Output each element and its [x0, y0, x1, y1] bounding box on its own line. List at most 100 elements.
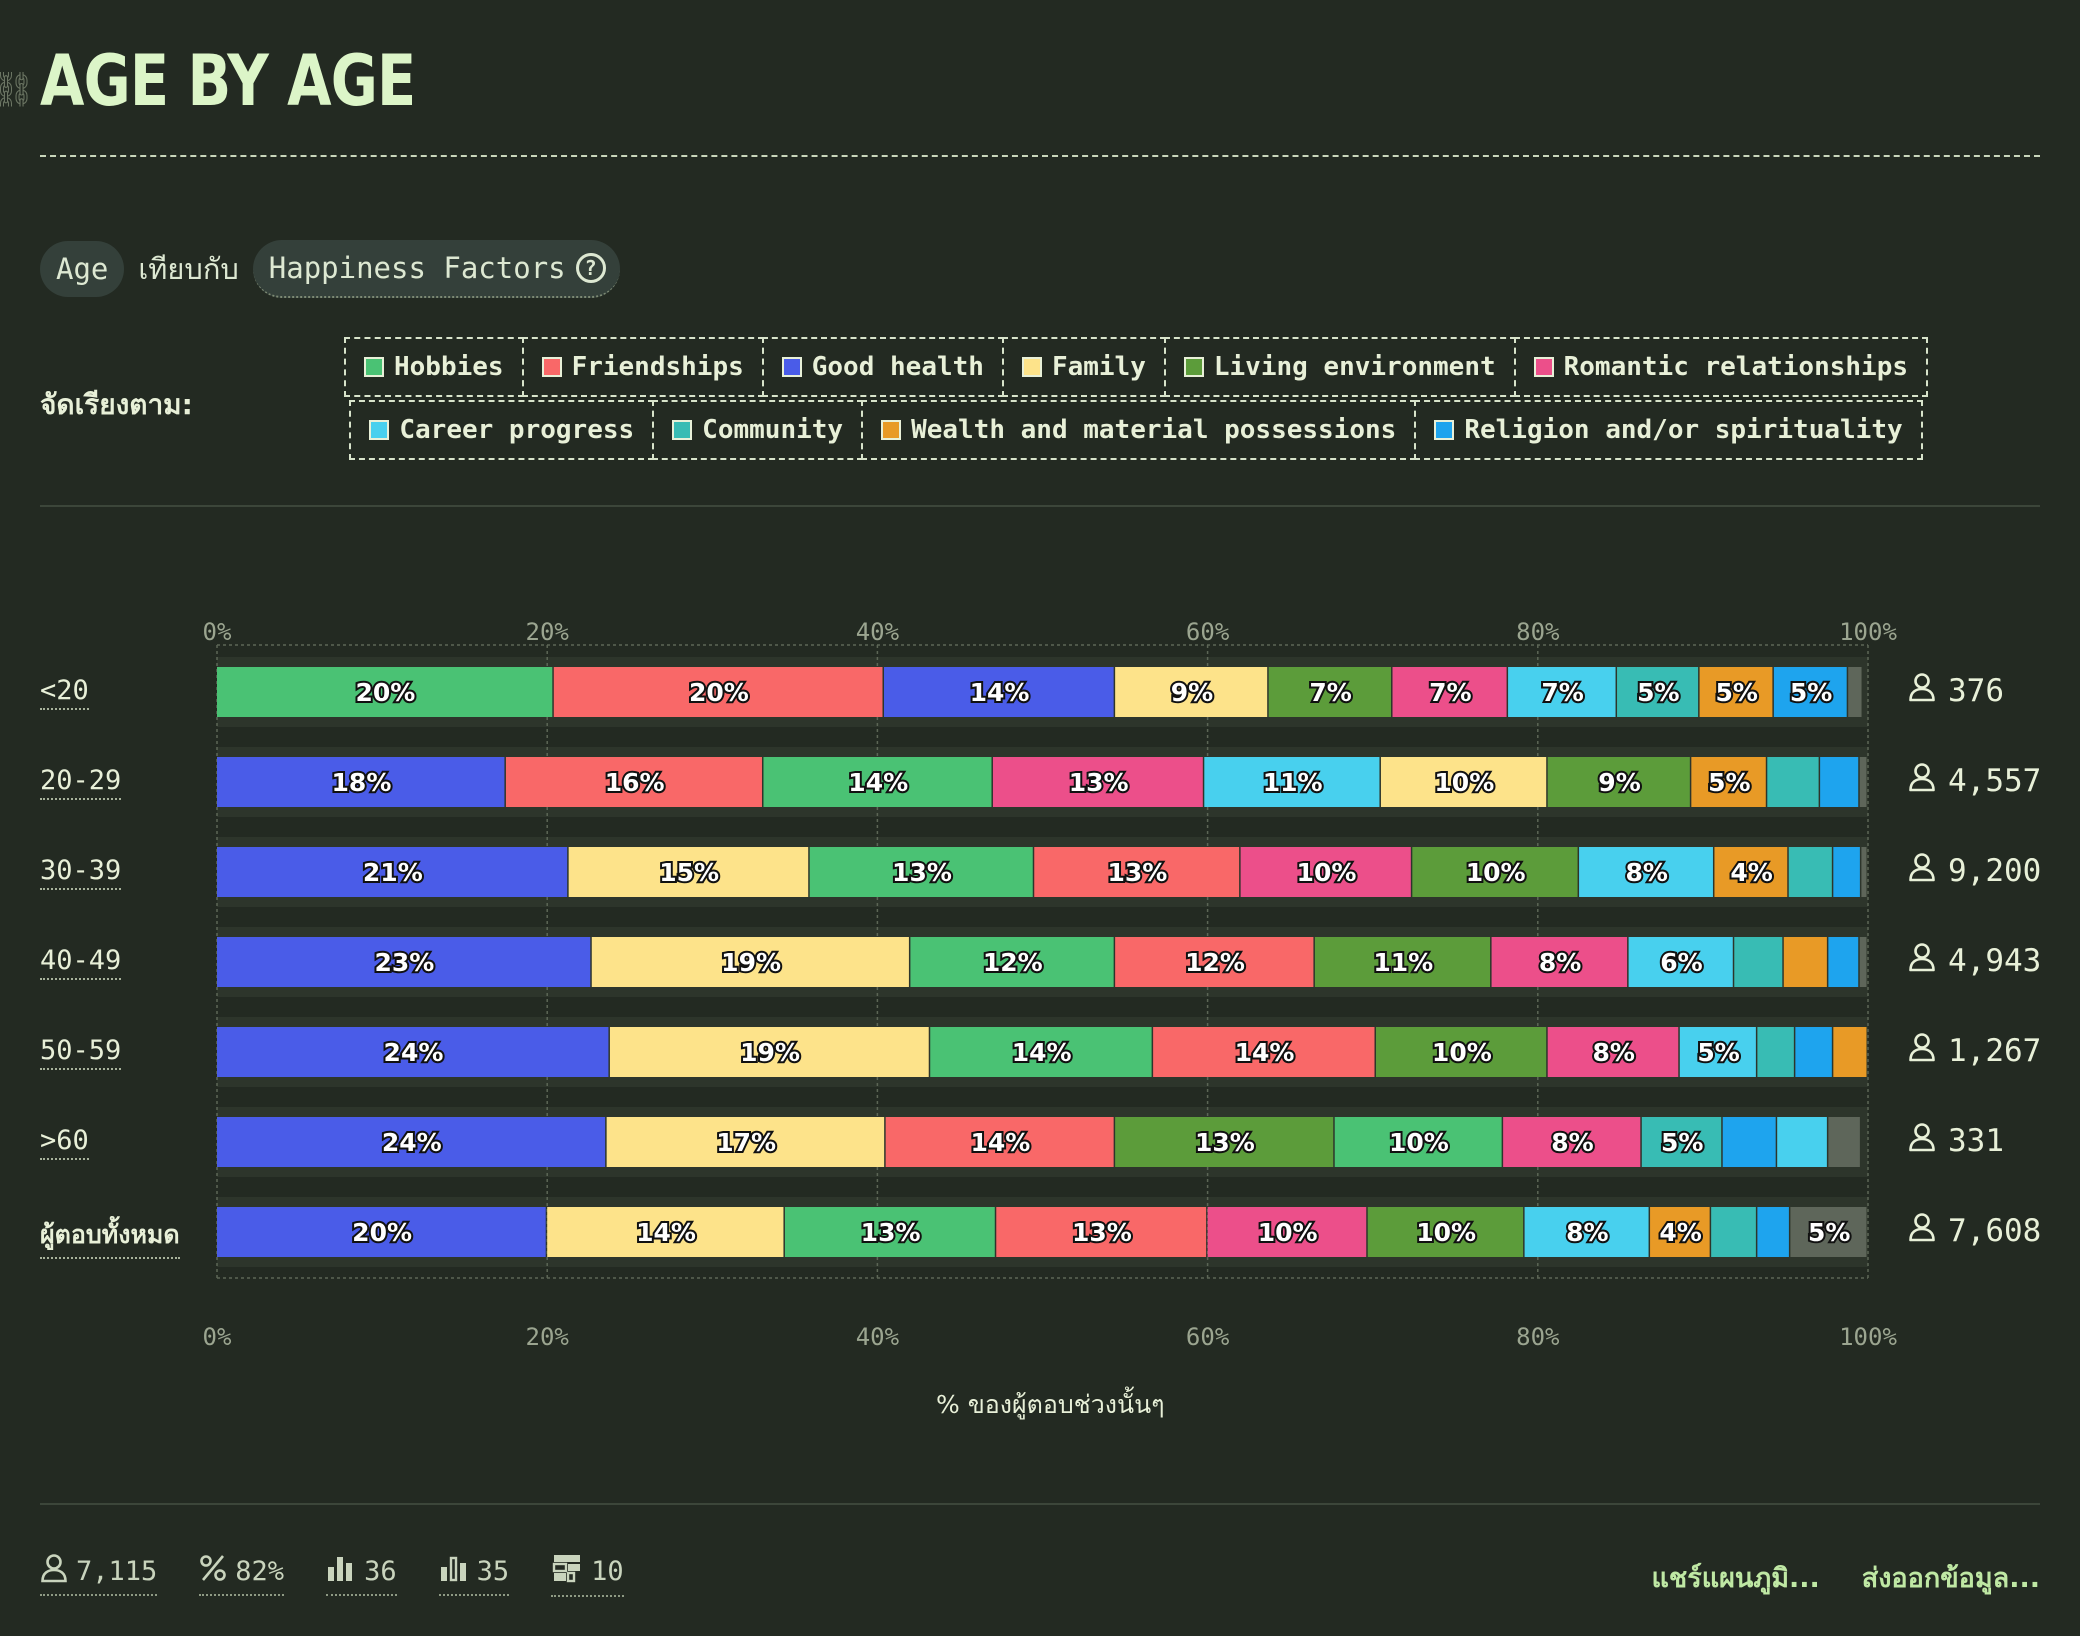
row-label[interactable]: ผู้ตอบทั้งหมด — [40, 1215, 180, 1259]
data-label: 21% — [363, 858, 423, 887]
row-label[interactable]: 40-49 — [40, 945, 122, 980]
data-label: 4% — [1659, 1218, 1701, 1247]
data-label: 14% — [1012, 1038, 1072, 1067]
row-count: 7,608 — [1908, 1212, 2041, 1250]
row-count: 331 — [1908, 1122, 2004, 1160]
data-label: 14% — [636, 1218, 696, 1247]
footer-actions: แชร์แผนภูมิ... ส่งออกข้อมูล... — [1651, 1556, 2040, 1599]
x-tick-label: 100% — [1839, 618, 1897, 646]
row-count-value: 1,267 — [1948, 1033, 2042, 1069]
x-tick-label: 0% — [202, 618, 232, 646]
data-label: 8% — [1539, 948, 1581, 977]
row-label[interactable]: 20-29 — [40, 765, 122, 800]
person-icon — [1908, 672, 1936, 710]
data-label: 10% — [1432, 1038, 1492, 1067]
bar-segment-religion-and-or-spirituality[interactable] — [1795, 1027, 1832, 1077]
x-tick-label: 0% — [202, 1323, 232, 1351]
data-label: 19% — [740, 1038, 800, 1067]
footer-stat-value: 7,115 — [76, 1556, 158, 1587]
data-label: 7% — [1429, 678, 1471, 707]
data-label: 7% — [1541, 678, 1583, 707]
data-label: 15% — [659, 858, 719, 887]
data-label: 10% — [1297, 858, 1357, 887]
bar-segment-other[interactable] — [1861, 847, 1867, 897]
data-label: 17% — [716, 1128, 776, 1157]
bar-segment-wealth-and-material-possessions[interactable] — [1833, 1027, 1867, 1077]
bar-segment-other[interactable] — [1859, 757, 1867, 807]
data-label: 14% — [848, 768, 908, 797]
x-tick-label: 60% — [1185, 1323, 1230, 1351]
percent-icon — [199, 1553, 227, 1590]
row-label[interactable]: 30-39 — [40, 855, 122, 890]
bar-segment-other[interactable] — [1859, 937, 1867, 987]
data-label: 8% — [1593, 1038, 1635, 1067]
bar-segment-religion-and-or-spirituality[interactable] — [1820, 757, 1859, 807]
footer-divider — [40, 1503, 2040, 1505]
data-label: 8% — [1626, 858, 1668, 887]
row-count-value: 9,200 — [1948, 853, 2042, 889]
footer-stat-value: 36 — [364, 1556, 397, 1587]
bar-segment-community[interactable] — [1788, 847, 1832, 897]
footer-stat[interactable]: 82% — [199, 1553, 285, 1596]
data-label: 5% — [1661, 1128, 1703, 1157]
footer-stat-value: 82% — [235, 1556, 285, 1587]
data-label: 19% — [721, 948, 781, 977]
data-label: 13% — [1195, 1128, 1255, 1157]
footer-stat[interactable]: 10 — [551, 1552, 624, 1597]
x-axis-title: % ของผู้ตอบช่วงนั้นๆ — [936, 1390, 1165, 1419]
bar-segment-other[interactable] — [1848, 667, 1862, 717]
export-data-link[interactable]: ส่งออกข้อมูล... — [1862, 1556, 2040, 1599]
data-label: 11% — [1263, 768, 1323, 797]
bar-segment-career-progress[interactable] — [1777, 1117, 1827, 1167]
bar-segment-other[interactable] — [1828, 1117, 1860, 1167]
share-chart-link[interactable]: แชร์แผนภูมิ... — [1651, 1556, 1819, 1599]
bar-chart-outline-icon — [439, 1553, 469, 1590]
bar-segment-community[interactable] — [1711, 1207, 1756, 1257]
bar-segment-religion-and-or-spirituality[interactable] — [1833, 847, 1860, 897]
bar-chart-icon — [326, 1553, 356, 1590]
footer-stats: 7,115 82% 36 35 10 — [40, 1552, 624, 1597]
bar-segment-community[interactable] — [1757, 1027, 1794, 1077]
row-count-value: 376 — [1948, 673, 2004, 709]
x-tick-label: 20% — [525, 1323, 569, 1351]
footer-stat[interactable]: 35 — [438, 1553, 510, 1596]
data-label: 10% — [1416, 1218, 1476, 1247]
data-label: 12% — [1185, 948, 1245, 977]
data-label: 14% — [970, 678, 1030, 707]
bar-segment-wealth-and-material-possessions[interactable] — [1783, 937, 1827, 987]
data-label: 16% — [605, 768, 665, 797]
person-icon — [1908, 1032, 1936, 1070]
bar-segment-religion-and-or-spirituality[interactable] — [1722, 1117, 1776, 1167]
data-label: 20% — [355, 678, 415, 707]
person-icon — [40, 1553, 68, 1590]
bar-segment-community[interactable] — [1734, 937, 1783, 987]
person-icon — [1908, 762, 1936, 800]
person-icon — [1908, 852, 1936, 890]
data-label: 13% — [861, 1218, 921, 1247]
data-label: 9% — [1171, 678, 1213, 707]
row-count-value: 331 — [1948, 1123, 2004, 1159]
data-label: 6% — [1660, 948, 1702, 977]
data-label: 10% — [1389, 1128, 1449, 1157]
person-icon — [1908, 1212, 1936, 1250]
row-count: 4,943 — [1908, 942, 2041, 980]
data-label: 10% — [1258, 1218, 1318, 1247]
data-label: 10% — [1434, 768, 1494, 797]
row-count: 4,557 — [1908, 762, 2041, 800]
bar-segment-religion-and-or-spirituality[interactable] — [1828, 937, 1859, 987]
bar-segment-religion-and-or-spirituality[interactable] — [1757, 1207, 1789, 1257]
bar-segment-community[interactable] — [1767, 757, 1819, 807]
footer-stat[interactable]: 36 — [326, 1553, 397, 1596]
row-label[interactable]: >60 — [40, 1125, 89, 1160]
row-label[interactable]: <20 — [40, 675, 89, 710]
data-label: 5% — [1697, 1038, 1739, 1067]
data-label: 24% — [382, 1128, 442, 1157]
row-label[interactable]: 50-59 — [40, 1035, 122, 1070]
x-tick-label: 40% — [855, 1323, 900, 1351]
footer-stat[interactable]: 7,115 — [40, 1553, 158, 1596]
x-tick-label: 40% — [855, 618, 900, 646]
data-label: 5% — [1790, 678, 1832, 707]
row-count: 1,267 — [1908, 1032, 2041, 1070]
data-label: 24% — [384, 1038, 444, 1067]
data-label: 14% — [970, 1128, 1030, 1157]
